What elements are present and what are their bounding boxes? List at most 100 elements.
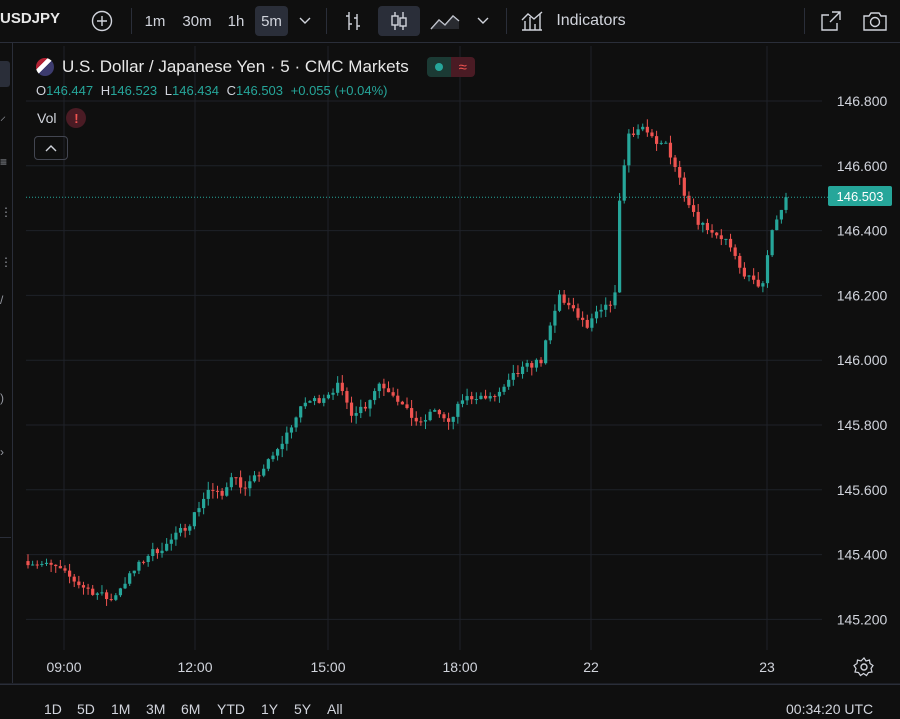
candle-body <box>442 414 446 419</box>
collapse-legend-button[interactable] <box>34 136 68 160</box>
candle-body <box>67 570 72 577</box>
candle-body <box>724 238 728 240</box>
candle-body <box>44 562 49 564</box>
candle-body <box>386 388 391 393</box>
candle-body <box>641 126 645 130</box>
candle-body <box>400 401 404 405</box>
range-all-button[interactable]: All <box>327 701 343 717</box>
candle-body <box>613 292 617 306</box>
candle-body <box>456 403 460 417</box>
candle-body <box>95 593 99 595</box>
candle-body <box>618 200 622 293</box>
candle-body <box>31 564 35 566</box>
candle-body <box>752 275 756 280</box>
range-1y-button[interactable]: 1Y <box>261 701 278 717</box>
candle-body <box>511 372 515 380</box>
candle-body <box>359 406 363 414</box>
candle-body <box>155 549 160 554</box>
candle-body <box>178 527 183 533</box>
candle-body <box>775 219 779 231</box>
close-label: C <box>226 83 237 98</box>
candle-body <box>169 539 173 544</box>
price-axis: 145.200 145.400 145.600 145.800 146.000 146.2… <box>837 93 888 627</box>
candle-body <box>275 449 280 456</box>
candle-body <box>710 230 714 233</box>
time-tick-label: 09:00 <box>46 659 81 675</box>
range-ytd-button[interactable]: YTD <box>217 701 245 717</box>
candle-body <box>779 209 783 220</box>
candle-body <box>604 304 608 310</box>
candle-body <box>308 401 312 403</box>
candle-body <box>211 489 215 491</box>
range-5y-button[interactable]: 5Y <box>294 701 311 717</box>
candle-body <box>585 319 589 328</box>
utc-clock[interactable]: 00:34:20 UTC <box>786 701 873 717</box>
candle-body <box>756 279 760 287</box>
warning-icon[interactable]: ! <box>66 108 87 128</box>
price-tick-label: 145.200 <box>837 611 888 627</box>
candle-body <box>470 396 474 400</box>
instrument-title[interactable]: U.S. Dollar / Japanese Yen · 5 · CMC Mar… <box>62 57 409 77</box>
range-1m-button[interactable]: 1M <box>111 701 130 717</box>
candle-body <box>317 398 321 403</box>
candle-body <box>336 382 340 393</box>
candle-body <box>40 563 44 565</box>
candle-body <box>451 416 455 422</box>
market-status-pill[interactable]: ≈ <box>426 57 475 77</box>
candle-body <box>63 568 67 571</box>
open-value: 146.447 <box>46 83 94 98</box>
candle-body <box>493 396 497 398</box>
candle-body <box>373 391 377 401</box>
candle-body <box>701 222 705 225</box>
candle-body <box>183 527 187 531</box>
candle-body <box>479 395 483 400</box>
candle-body <box>188 526 192 531</box>
candle-body <box>197 508 201 513</box>
volume-legend[interactable]: Vol ! <box>37 108 87 128</box>
candle-body <box>349 402 354 416</box>
range-1d-button[interactable]: 1D <box>44 701 62 717</box>
high-label: H <box>100 83 111 98</box>
candle-body <box>289 427 294 433</box>
candle-body <box>248 481 252 489</box>
candle-body <box>497 391 502 397</box>
candle-body <box>761 283 765 287</box>
candle-body <box>165 543 169 551</box>
low-value: 146.434 <box>172 83 219 98</box>
candle-body <box>262 468 266 476</box>
price-tick-label: 146.400 <box>837 223 888 239</box>
range-6m-button[interactable]: 6M <box>181 701 200 717</box>
candle-body <box>539 359 543 364</box>
candle-body <box>243 487 247 489</box>
candle-body <box>428 411 432 421</box>
candle-body <box>562 294 566 303</box>
candle-body <box>446 418 451 422</box>
close-value: 146.503 <box>236 83 284 98</box>
candle-body <box>437 410 441 415</box>
candle-body <box>234 477 238 479</box>
candle-body <box>81 585 86 588</box>
price-chart[interactable]: 145.200 145.400 145.600 145.800 146.000 146.2… <box>0 0 900 718</box>
candle-body <box>229 477 233 488</box>
range-5d-button[interactable]: 5D <box>77 701 95 717</box>
candle-body <box>257 475 261 477</box>
candle-body <box>109 599 113 601</box>
candle-body <box>687 195 691 206</box>
candle-body <box>460 400 465 404</box>
candle-body <box>502 386 506 392</box>
range-3m-button[interactable]: 3M <box>146 701 165 717</box>
price-tick-label: 145.600 <box>837 482 888 498</box>
candle-body <box>534 359 539 368</box>
candle-body <box>160 550 164 554</box>
candle-body <box>581 317 585 320</box>
time-tick-label: 23 <box>759 659 775 675</box>
candle-body <box>636 129 640 135</box>
candle-body <box>405 404 409 409</box>
candle-body <box>100 592 104 594</box>
price-tick-label: 146.200 <box>837 287 888 303</box>
bottom-bar: 1D 5D 1M 3M 6M YTD 1Y 5Y All 00:34:20 UT… <box>0 684 900 719</box>
settings-icon[interactable] <box>853 656 875 683</box>
candle-body <box>202 498 206 509</box>
candle-body <box>728 238 733 248</box>
chart-grid <box>26 46 822 650</box>
